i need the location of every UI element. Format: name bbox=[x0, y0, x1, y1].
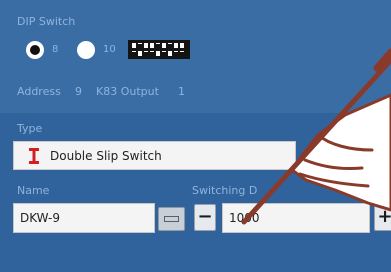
dip-switch-icon bbox=[128, 40, 190, 59]
dip-switch-label: DIP Switch bbox=[17, 15, 76, 28]
output-value: 1 bbox=[178, 85, 185, 98]
keyboard-button[interactable] bbox=[158, 207, 185, 231]
address-value: 9 bbox=[75, 85, 82, 98]
keyboard-icon bbox=[164, 216, 179, 222]
type-value: Double Slip Switch bbox=[50, 149, 162, 163]
dip-10-label: 10 bbox=[103, 44, 116, 55]
dip-8-label: 8 bbox=[52, 44, 59, 55]
switching-label: Switching D bbox=[192, 184, 258, 197]
type-dropdown[interactable]: Double Slip Switch bbox=[13, 141, 296, 170]
dip-8-radio[interactable] bbox=[26, 41, 44, 59]
name-label: Name bbox=[17, 184, 50, 197]
type-label: Type bbox=[17, 122, 43, 135]
switching-input[interactable]: 1000 bbox=[222, 203, 370, 233]
dip-10-radio[interactable] bbox=[77, 41, 95, 59]
address-label: Address bbox=[17, 85, 61, 98]
name-input[interactable]: DKW-9 bbox=[13, 203, 155, 233]
increment-button[interactable]: + bbox=[374, 204, 391, 231]
decrement-button[interactable]: − bbox=[194, 204, 216, 231]
output-label: K83 Output bbox=[96, 85, 159, 98]
double-slip-switch-icon bbox=[29, 148, 39, 168]
